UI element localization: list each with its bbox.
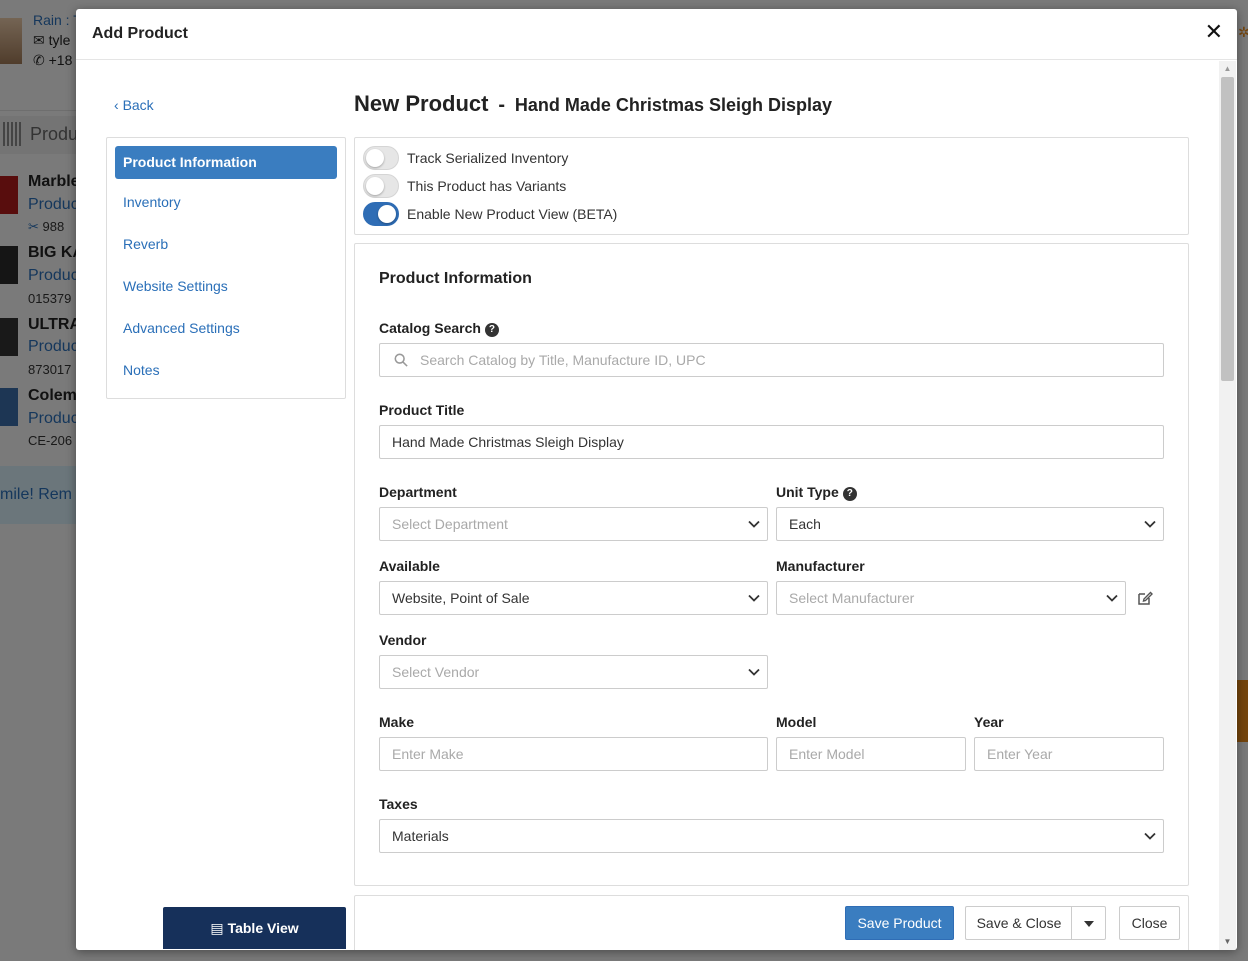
toggle-label: Enable New Product View (BETA) [407,206,618,222]
chevron-down-icon [748,520,760,528]
vendor-select[interactable]: Select Vendor [379,655,768,689]
department-label: Department [379,484,457,500]
chevron-down-icon [748,668,760,676]
back-link[interactable]: ‹ Back [114,97,154,113]
catalog-search-input[interactable]: Search Catalog by Title, Manufacture ID,… [379,343,1164,377]
year-input[interactable]: Enter Year [974,737,1164,771]
vendor-label: Vendor [379,632,427,648]
switch-knob [366,149,384,167]
model-label: Model [776,714,817,730]
toggle-label: This Product has Variants [407,178,567,194]
scrollbar-thumb[interactable] [1221,77,1234,381]
year-label: Year [974,714,1004,730]
track-serialized-switch[interactable] [363,146,399,170]
manufacturer-select[interactable]: Select Manufacturer [776,581,1126,615]
add-product-modal: Add Product ✕ ▲ ▼ ‹ Back Product Informa… [76,9,1237,950]
close-icon[interactable]: ✕ [1205,21,1223,43]
model-input[interactable]: Enter Model [776,737,966,771]
manufacturer-label: Manufacturer [776,558,865,574]
chevron-down-icon [1106,594,1118,602]
chevron-down-icon [1144,832,1156,840]
search-icon [394,353,408,367]
chevron-left-icon: ‹ [114,97,119,113]
table-icon: ▤ [210,920,224,936]
nav-item-product-information[interactable]: Product Information [115,146,337,179]
taxes-label: Taxes [379,796,418,812]
edit-icon[interactable] [1137,590,1153,606]
caret-down-icon [1083,921,1094,928]
close-button[interactable]: Close [1119,906,1180,940]
page-title-separator: - [498,94,506,116]
scroll-down-arrow-icon[interactable]: ▼ [1219,936,1236,948]
product-information-form: Product Information Catalog Search? Sear… [354,243,1189,886]
footer-actions: Save Product Save & Close Close [354,895,1189,950]
available-label: Available [379,558,440,574]
page-title-main: New Product [354,91,489,116]
taxes-select[interactable]: Materials [379,819,1164,853]
department-select[interactable]: Select Department [379,507,768,541]
page-title-product-name: Hand Made Christmas Sleigh Display [514,95,833,115]
available-select[interactable]: Website, Point of Sale [379,581,768,615]
scrollbar[interactable]: ▲ ▼ [1219,61,1236,950]
save-product-button[interactable]: Save Product [845,906,954,940]
page-title: New Product - Hand Made Christmas Sleigh… [354,91,832,117]
catalog-search-label: Catalog Search? [379,320,499,337]
nav-item-website-settings[interactable]: Website Settings [115,270,337,303]
switch-knob [378,205,396,223]
product-title-input[interactable]: Hand Made Christmas Sleigh Display [379,425,1164,459]
toggle-label: Track Serialized Inventory [407,150,569,166]
has-variants-switch[interactable] [363,174,399,198]
table-view-button[interactable]: ▤ Table View [163,907,346,949]
product-title-label: Product Title [379,402,465,418]
section-nav: Product Information Inventory Reverb Web… [106,137,346,399]
new-product-view-switch[interactable] [363,202,399,226]
make-label: Make [379,714,415,730]
nav-item-notes[interactable]: Notes [115,354,337,387]
switch-knob [366,177,384,195]
toggle-panel: Track Serialized Inventory This Product … [354,137,1189,235]
nav-item-reverb[interactable]: Reverb [115,228,337,261]
chevron-down-icon [748,594,760,602]
modal-title: Add Product [92,25,188,42]
nav-item-inventory[interactable]: Inventory [115,186,337,219]
unit-type-select[interactable]: Each [776,507,1164,541]
help-icon[interactable]: ? [842,487,857,501]
section-title: Product Information [379,270,532,287]
help-icon[interactable]: ? [484,323,499,337]
make-input[interactable]: Enter Make [379,737,768,771]
unit-type-label: Unit Type? [776,484,857,501]
modal-header: Add Product ✕ [76,9,1237,60]
nav-item-advanced-settings[interactable]: Advanced Settings [115,312,337,345]
chevron-down-icon [1144,520,1156,528]
save-close-button[interactable]: Save & Close [965,906,1072,940]
scroll-up-arrow-icon[interactable]: ▲ [1219,63,1236,75]
save-options-dropdown[interactable] [1071,906,1106,940]
